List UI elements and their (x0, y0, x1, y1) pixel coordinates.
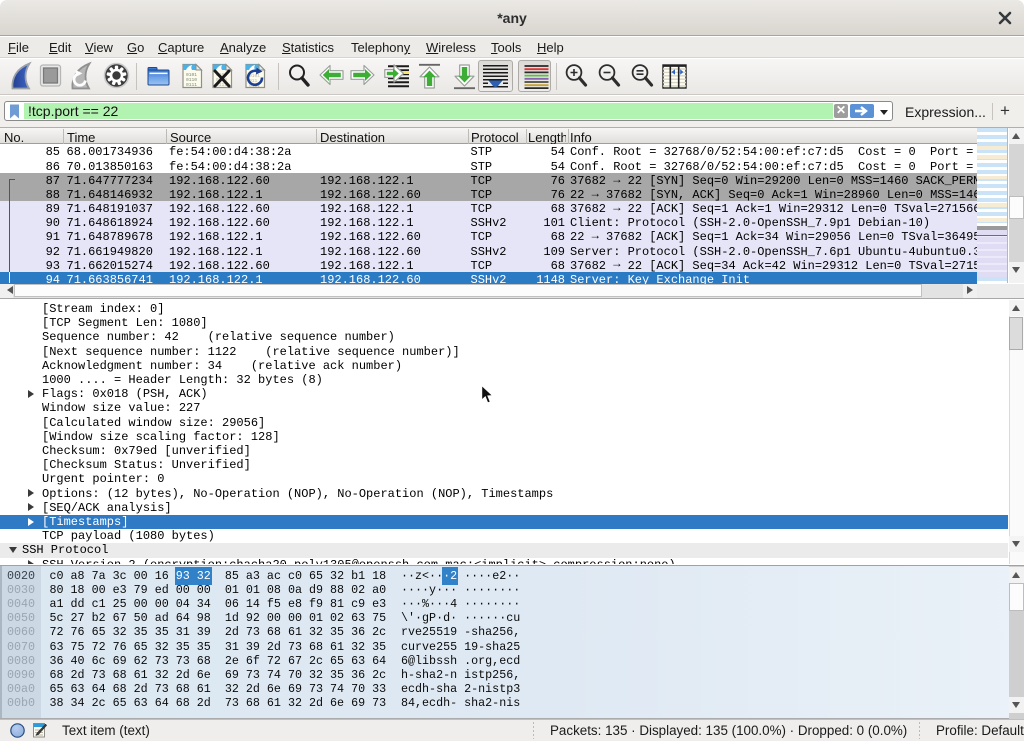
svg-text:0111: 0111 (186, 82, 197, 88)
